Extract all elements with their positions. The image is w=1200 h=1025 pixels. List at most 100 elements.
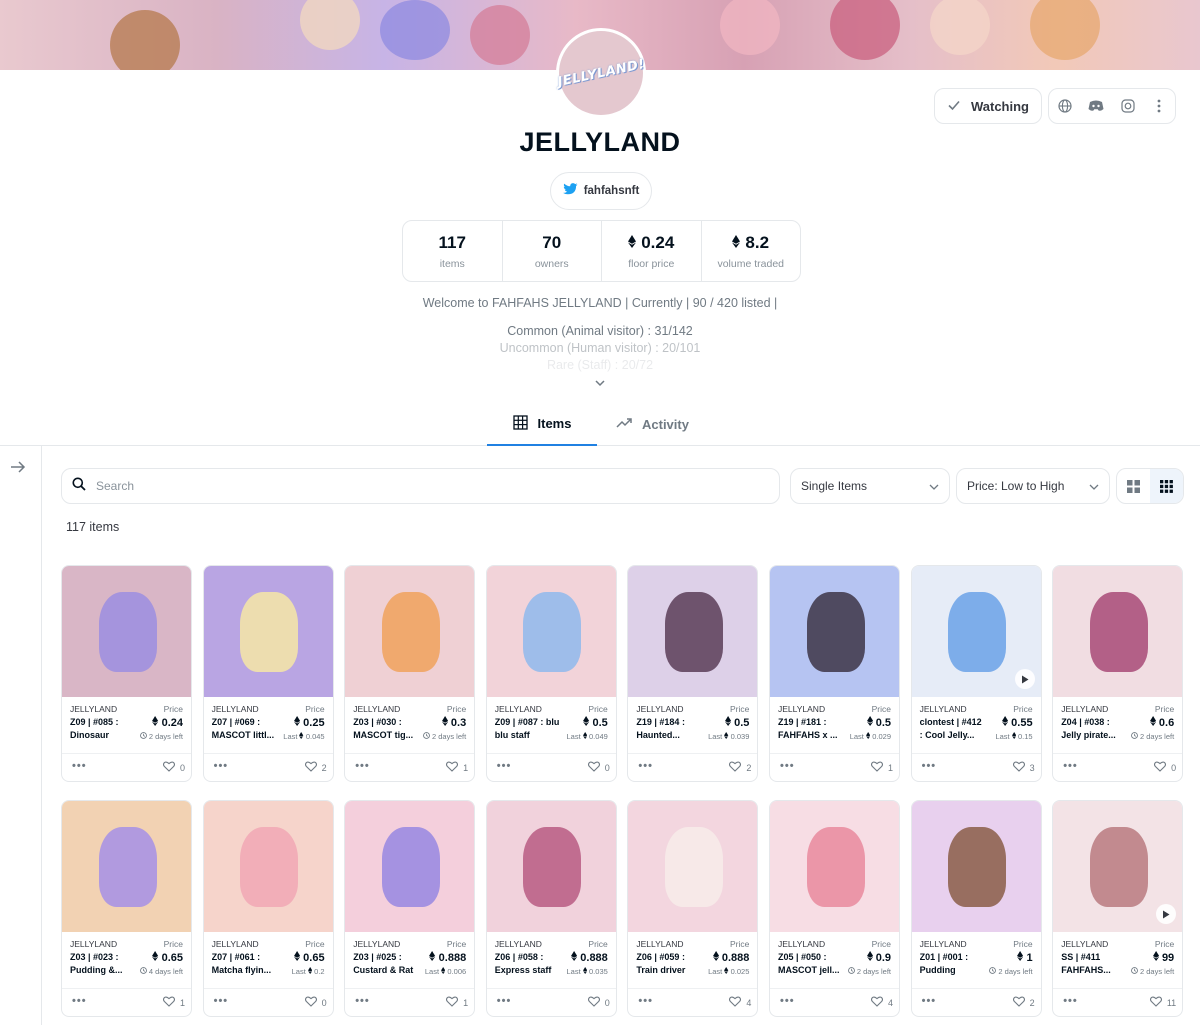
card-sub-info: 2 days left [139, 732, 183, 741]
nft-card[interactable]: JELLYLAND Price Z03 | #023 : Pudding &..… [61, 800, 192, 1017]
card-price-value: 0.5 [875, 716, 891, 729]
nft-character [806, 591, 865, 672]
nft-image[interactable] [203, 566, 333, 697]
nft-card[interactable]: JELLYLAND Price Z09 | #085 : Dinosaur 0.… [61, 565, 192, 782]
tab-items[interactable]: Items [487, 403, 597, 446]
play-icon[interactable] [1156, 904, 1177, 924]
more-options-icon[interactable]: ••• [214, 760, 229, 772]
favorite-button[interactable]: 4 [729, 996, 751, 1009]
discord-icon[interactable] [1081, 89, 1113, 123]
favorite-button[interactable]: 1 [446, 996, 468, 1009]
nft-card[interactable]: JELLYLAND Price Z04 | #038 : Jelly pirat… [1052, 565, 1184, 782]
favorite-button[interactable]: 3 [1012, 761, 1035, 774]
more-vertical-icon[interactable] [1144, 89, 1176, 123]
nft-image[interactable] [1053, 801, 1183, 932]
more-options-icon[interactable]: ••• [355, 995, 370, 1007]
stat-items[interactable]: 117 items [403, 221, 503, 281]
more-options-icon[interactable]: ••• [638, 760, 653, 772]
expand-filters-arrow-icon[interactable] [10, 460, 26, 479]
nft-card[interactable]: JELLYLAND Price clontest | #412 : Cool J… [910, 565, 1042, 782]
stat-volume[interactable]: 8.2 volume traded [702, 221, 801, 281]
favorite-button[interactable]: 0 [587, 996, 610, 1009]
favorite-button[interactable]: 1 [446, 761, 468, 774]
card-footer: ••• 4 [628, 988, 758, 1016]
play-icon[interactable] [1014, 669, 1035, 689]
nft-image[interactable] [62, 801, 191, 932]
stat-floor-price[interactable]: 0.24 floor price [602, 221, 702, 281]
favorite-count: 1 [887, 762, 893, 773]
nft-image[interactable] [203, 801, 333, 932]
card-footer: ••• 0 [203, 988, 333, 1016]
search-input[interactable] [96, 479, 696, 493]
nft-card[interactable]: JELLYLAND Price Z06 | #059 : Train drive… [627, 800, 759, 1017]
card-collection-name: JELLYLAND [636, 704, 684, 714]
nft-card[interactable]: JELLYLAND Price Z19 | #184 : Haunted... … [627, 565, 759, 782]
watching-button[interactable]: Watching [934, 88, 1042, 124]
card-item-name: Z01 | #001 : Pudding [919, 952, 969, 975]
twitter-link[interactable]: fahfahsnft [550, 172, 652, 210]
nft-image[interactable] [1053, 566, 1183, 697]
more-options-icon[interactable]: ••• [780, 995, 795, 1007]
nft-image[interactable] [770, 566, 899, 697]
more-options-icon[interactable]: ••• [497, 760, 512, 772]
favorite-button[interactable]: 0 [1154, 761, 1176, 774]
favorite-button[interactable]: 1 [870, 761, 893, 774]
favorite-button[interactable]: 0 [587, 761, 610, 774]
nft-image[interactable] [486, 566, 616, 697]
search-bar[interactable] [61, 468, 780, 504]
more-options-icon[interactable]: ••• [780, 760, 795, 772]
nft-card[interactable]: JELLYLAND Price SS | #411 FAHFAHS... 99 … [1052, 800, 1184, 1017]
eth-icon [294, 716, 301, 729]
favorite-button[interactable]: 2 [304, 761, 327, 774]
nft-image[interactable] [345, 801, 475, 932]
nft-image[interactable] [628, 566, 758, 697]
nft-image[interactable] [486, 801, 616, 932]
favorite-button[interactable]: 2 [1012, 996, 1035, 1009]
heart-icon [446, 996, 459, 1009]
large-grid-view-icon[interactable] [1117, 469, 1150, 503]
nft-card[interactable]: JELLYLAND Price Z03 | #030 : MASCOT tig.… [344, 565, 476, 782]
card-price-label: Price [588, 704, 608, 714]
nft-image[interactable] [770, 801, 899, 932]
nft-image[interactable] [911, 566, 1041, 697]
more-options-icon[interactable]: ••• [497, 995, 512, 1007]
nft-card[interactable]: JELLYLAND Price Z01 | #001 : Pudding 1 2… [910, 800, 1042, 1017]
nft-card[interactable]: JELLYLAND Price Z05 | #050 : MASCOT jell… [769, 800, 900, 1017]
more-options-icon[interactable]: ••• [922, 995, 937, 1007]
expand-description-chevron-icon[interactable] [594, 374, 606, 392]
sort-select[interactable]: Price: Low to High [956, 468, 1110, 504]
nft-image[interactable] [911, 801, 1041, 932]
nft-card[interactable]: JELLYLAND Price Z07 | #069 : MASCOT litt… [202, 565, 334, 782]
nft-image[interactable] [345, 566, 475, 697]
more-options-icon[interactable]: ••• [638, 995, 653, 1007]
nft-image[interactable] [628, 801, 758, 932]
favorite-button[interactable]: 1 [162, 996, 185, 1009]
nft-character [240, 591, 299, 672]
stat-owners[interactable]: 70 owners [503, 221, 602, 281]
nft-card[interactable]: JELLYLAND Price Z03 | #025 : Custard & R… [344, 800, 476, 1017]
compact-grid-view-icon[interactable] [1150, 469, 1183, 503]
more-options-icon[interactable]: ••• [72, 760, 87, 772]
more-options-icon[interactable]: ••• [355, 760, 370, 772]
favorite-button[interactable]: 0 [162, 761, 185, 774]
more-options-icon[interactable]: ••• [922, 760, 937, 772]
nft-card[interactable]: JELLYLAND Price Z07 | #061 : Matcha flyi… [202, 800, 334, 1017]
instagram-icon[interactable] [1112, 89, 1144, 123]
favorite-button[interactable]: 11 [1149, 996, 1176, 1009]
more-options-icon[interactable]: ••• [214, 995, 229, 1007]
nft-card[interactable]: JELLYLAND Price Z19 | #181 : FAHFAHS x .… [769, 565, 900, 782]
globe-icon[interactable] [1049, 89, 1081, 123]
card-collection-name: JELLYLAND [70, 939, 118, 949]
tab-activity[interactable]: Activity [616, 403, 689, 446]
nft-card[interactable]: JELLYLAND Price Z06 | #058 : Express sta… [485, 800, 617, 1017]
more-options-icon[interactable]: ••• [1063, 995, 1078, 1007]
nft-image[interactable] [62, 566, 191, 697]
favorite-button[interactable]: 4 [870, 996, 893, 1009]
card-item-name: Z03 | #025 : Custard & Rat [353, 952, 414, 975]
more-options-icon[interactable]: ••• [72, 995, 87, 1007]
nft-card[interactable]: JELLYLAND Price Z09 | #087 : blu blu sta… [485, 565, 617, 782]
more-options-icon[interactable]: ••• [1063, 760, 1078, 772]
item-type-select[interactable]: Single Items [790, 468, 950, 504]
favorite-button[interactable]: 2 [729, 761, 751, 774]
favorite-button[interactable]: 0 [304, 996, 327, 1009]
